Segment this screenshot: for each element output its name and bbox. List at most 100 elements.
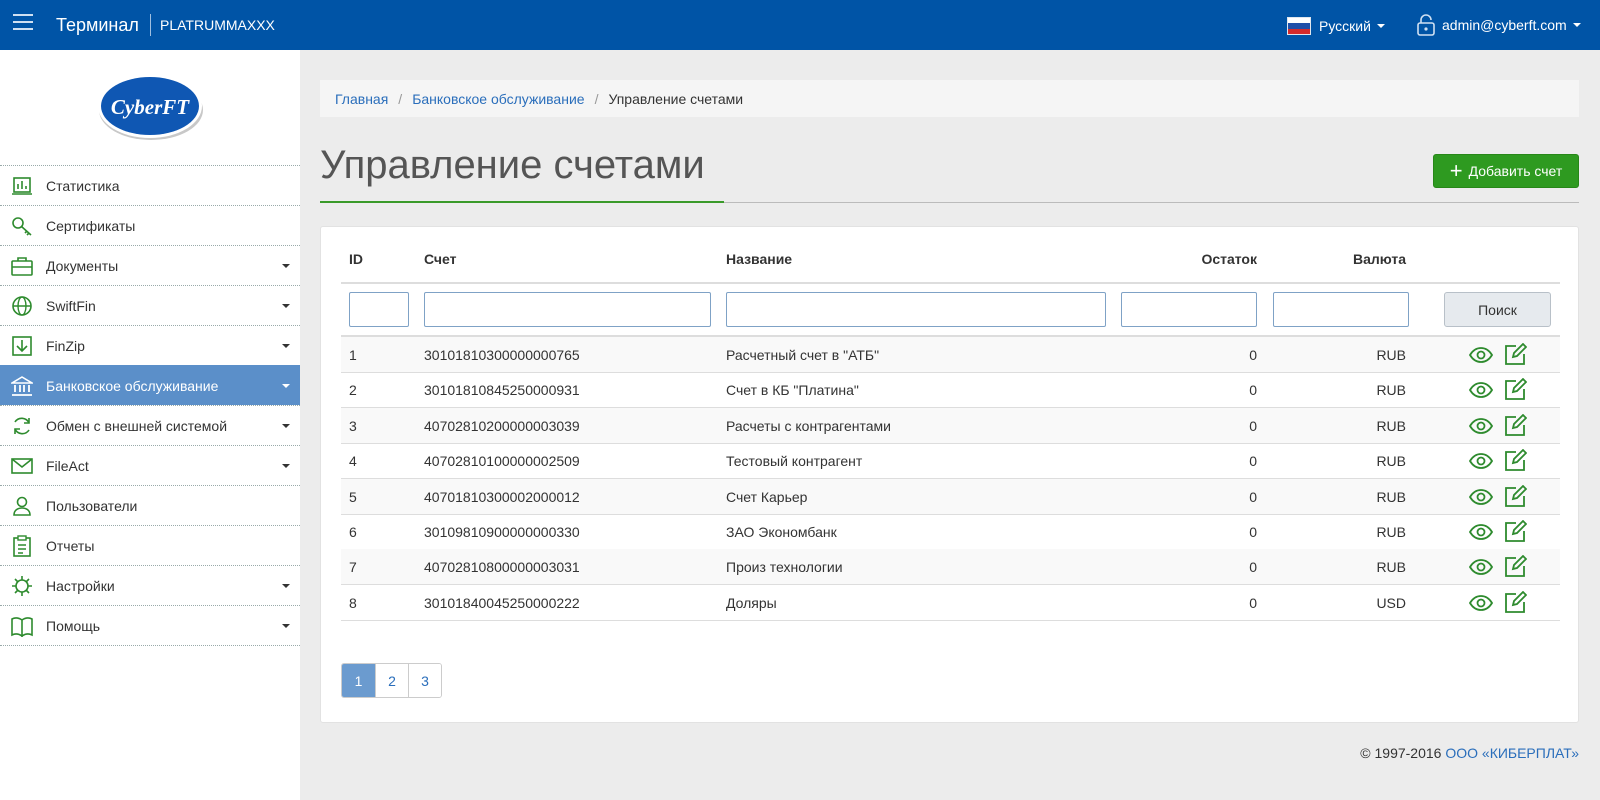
add-account-button[interactable]: + Добавить счет (1433, 154, 1579, 188)
account-filter-input[interactable] (424, 292, 711, 327)
sidebar-item[interactable]: FinZip (0, 325, 300, 365)
cell-id: 8 (349, 594, 357, 611)
plus-icon: + (1449, 158, 1463, 183)
breadcrumb-separator: / (398, 90, 403, 107)
currency-filter-input[interactable] (1273, 292, 1409, 327)
edit-icon[interactable] (1503, 555, 1528, 579)
cell-name: Тестовый контрагент (726, 453, 863, 470)
terminal-id: PLATRUMMAXXX (160, 17, 275, 33)
sidebar-item[interactable]: Сертификаты (0, 205, 300, 245)
download-box-icon (11, 335, 33, 357)
chevron-down-icon (282, 424, 290, 428)
view-eye-icon[interactable] (1468, 591, 1494, 615)
id-filter-input[interactable] (349, 292, 409, 327)
company-link[interactable]: ООО «КИБЕРПЛАТ» (1445, 745, 1579, 761)
chevron-down-icon (282, 304, 290, 308)
sidebar-item[interactable]: SwiftFin (0, 285, 300, 325)
table-row[interactable]: 4 40702810100000002509 Тестовый контрагент… (341, 443, 1560, 480)
language-selector[interactable]: Русский (1287, 16, 1385, 36)
column-header-account[interactable]: Счет (424, 251, 457, 267)
page-button[interactable]: 2 (375, 664, 408, 697)
view-eye-icon[interactable] (1468, 555, 1494, 579)
edit-icon[interactable] (1503, 378, 1528, 402)
search-button[interactable]: Поиск (1444, 292, 1551, 327)
sync-icon (11, 415, 33, 437)
user-menu[interactable]: admin@cyberft.com (1416, 13, 1581, 37)
title-underline-accent (320, 201, 724, 203)
sidebar-item[interactable]: Обмен с внешней системой (0, 405, 300, 445)
sidebar-item[interactable]: Помощь (0, 605, 300, 645)
table-row[interactable]: 1 30101810300000000765 Расчетный счет в "А… (341, 337, 1560, 373)
cell-currency: USD (1376, 594, 1406, 611)
column-header-balance[interactable]: Остаток (1121, 251, 1257, 267)
sidebar-item[interactable]: Отчеты (0, 525, 300, 565)
cell-name: Счет в КБ "Платина" (726, 382, 859, 399)
cyberft-logo[interactable]: CyberFT (96, 72, 204, 140)
cell-name: Доляры (726, 594, 777, 611)
sidebar-item-label: Помощь (46, 617, 101, 634)
edit-icon[interactable] (1503, 519, 1528, 544)
sidebar-item[interactable]: Настройки (0, 565, 300, 605)
lock-icon (1417, 14, 1435, 36)
cell-balance: 0 (1249, 382, 1257, 399)
view-eye-icon[interactable] (1468, 520, 1494, 544)
sidebar-item-label: Сертификаты (46, 217, 136, 234)
header-divider (341, 282, 1560, 284)
cell-balance: 0 (1249, 453, 1257, 470)
chevron-down-icon (1376, 24, 1385, 28)
page-button[interactable]: 3 (408, 664, 441, 697)
chevron-down-icon (282, 264, 290, 268)
cell-balance: 0 (1249, 559, 1257, 576)
name-filter-input[interactable] (726, 292, 1106, 327)
sidebar: CyberFT Статистика Сертификаты Документы Sw… (0, 50, 300, 800)
gear-icon (11, 575, 33, 597)
user-email: admin@cyberft.com (1442, 17, 1567, 33)
cell-name: Расчетный счет в "АТБ" (726, 347, 880, 363)
sidebar-item[interactable]: Документы (0, 245, 300, 285)
table-row[interactable]: 5 40701810300002000012 Счет Карьер 0 RUB (341, 478, 1560, 515)
table-row[interactable]: 8 30101840045250000222 Доляры 0 USD (341, 585, 1560, 621)
column-header-id[interactable]: ID (349, 251, 363, 267)
cell-id: 2 (349, 382, 357, 399)
table-row[interactable]: 7 40702810800000003031 Произ технологии 0 RU… (341, 549, 1560, 586)
view-eye-icon[interactable] (1468, 485, 1494, 509)
view-eye-icon[interactable] (1468, 449, 1494, 473)
chevron-down-icon (282, 344, 290, 348)
edit-icon[interactable] (1503, 342, 1528, 367)
edit-icon[interactable] (1503, 448, 1528, 473)
view-eye-icon[interactable] (1468, 343, 1494, 367)
sidebar-item-label: Документы (46, 257, 119, 274)
table-row[interactable]: 2 30101810845250000931 Счет в КБ "Платина"… (341, 372, 1560, 409)
sidebar-item[interactable]: Статистика (0, 165, 300, 205)
breadcrumb-home-link[interactable]: Главная (335, 91, 388, 107)
column-header-currency[interactable]: Валюта (1273, 251, 1406, 267)
edit-icon[interactable] (1503, 484, 1528, 509)
clipboard-icon (11, 534, 33, 557)
sidebar-item[interactable]: Банковское обслуживание (0, 365, 300, 405)
breadcrumb: Главная / Банковское обслуживание / Упра… (320, 80, 1579, 117)
cell-currency: RUB (1376, 382, 1406, 399)
sidebar-item[interactable]: Пользователи (0, 485, 300, 525)
sidebar-item-label: Банковское обслуживание (46, 377, 219, 394)
column-header-name[interactable]: Название (726, 251, 792, 267)
app-title[interactable]: Терминал (56, 15, 139, 36)
cell-id: 6 (349, 524, 357, 540)
view-eye-icon[interactable] (1468, 414, 1494, 438)
cell-balance: 0 (1249, 417, 1257, 434)
page-button[interactable]: 1 (342, 664, 375, 697)
table-row[interactable]: 3 40702810200000003039 Расчеты с контраген… (341, 407, 1560, 444)
hamburger-menu-icon[interactable] (13, 14, 33, 32)
balance-filter-input[interactable] (1121, 292, 1257, 327)
accounts-panel: ID Счет Название Остаток Валюта Поиск 13… (320, 226, 1579, 723)
footer: © 1997-2016 ООО «КИБЕРПЛАТ» (1360, 745, 1579, 761)
title-divider (150, 14, 151, 36)
view-eye-icon[interactable] (1468, 378, 1494, 402)
sidebar-item-label: FileAct (46, 457, 89, 474)
sidebar-item[interactable]: FileAct (0, 445, 300, 485)
edit-icon[interactable] (1503, 413, 1528, 438)
cell-id: 5 (349, 488, 357, 505)
cell-currency: RUB (1376, 524, 1406, 540)
table-row[interactable]: 6 30109810900000000330 ЗАО Экономбанк 0 RUB (341, 514, 1560, 550)
breadcrumb-section-link[interactable]: Банковское обслуживание (412, 91, 584, 107)
edit-icon[interactable] (1503, 590, 1528, 615)
